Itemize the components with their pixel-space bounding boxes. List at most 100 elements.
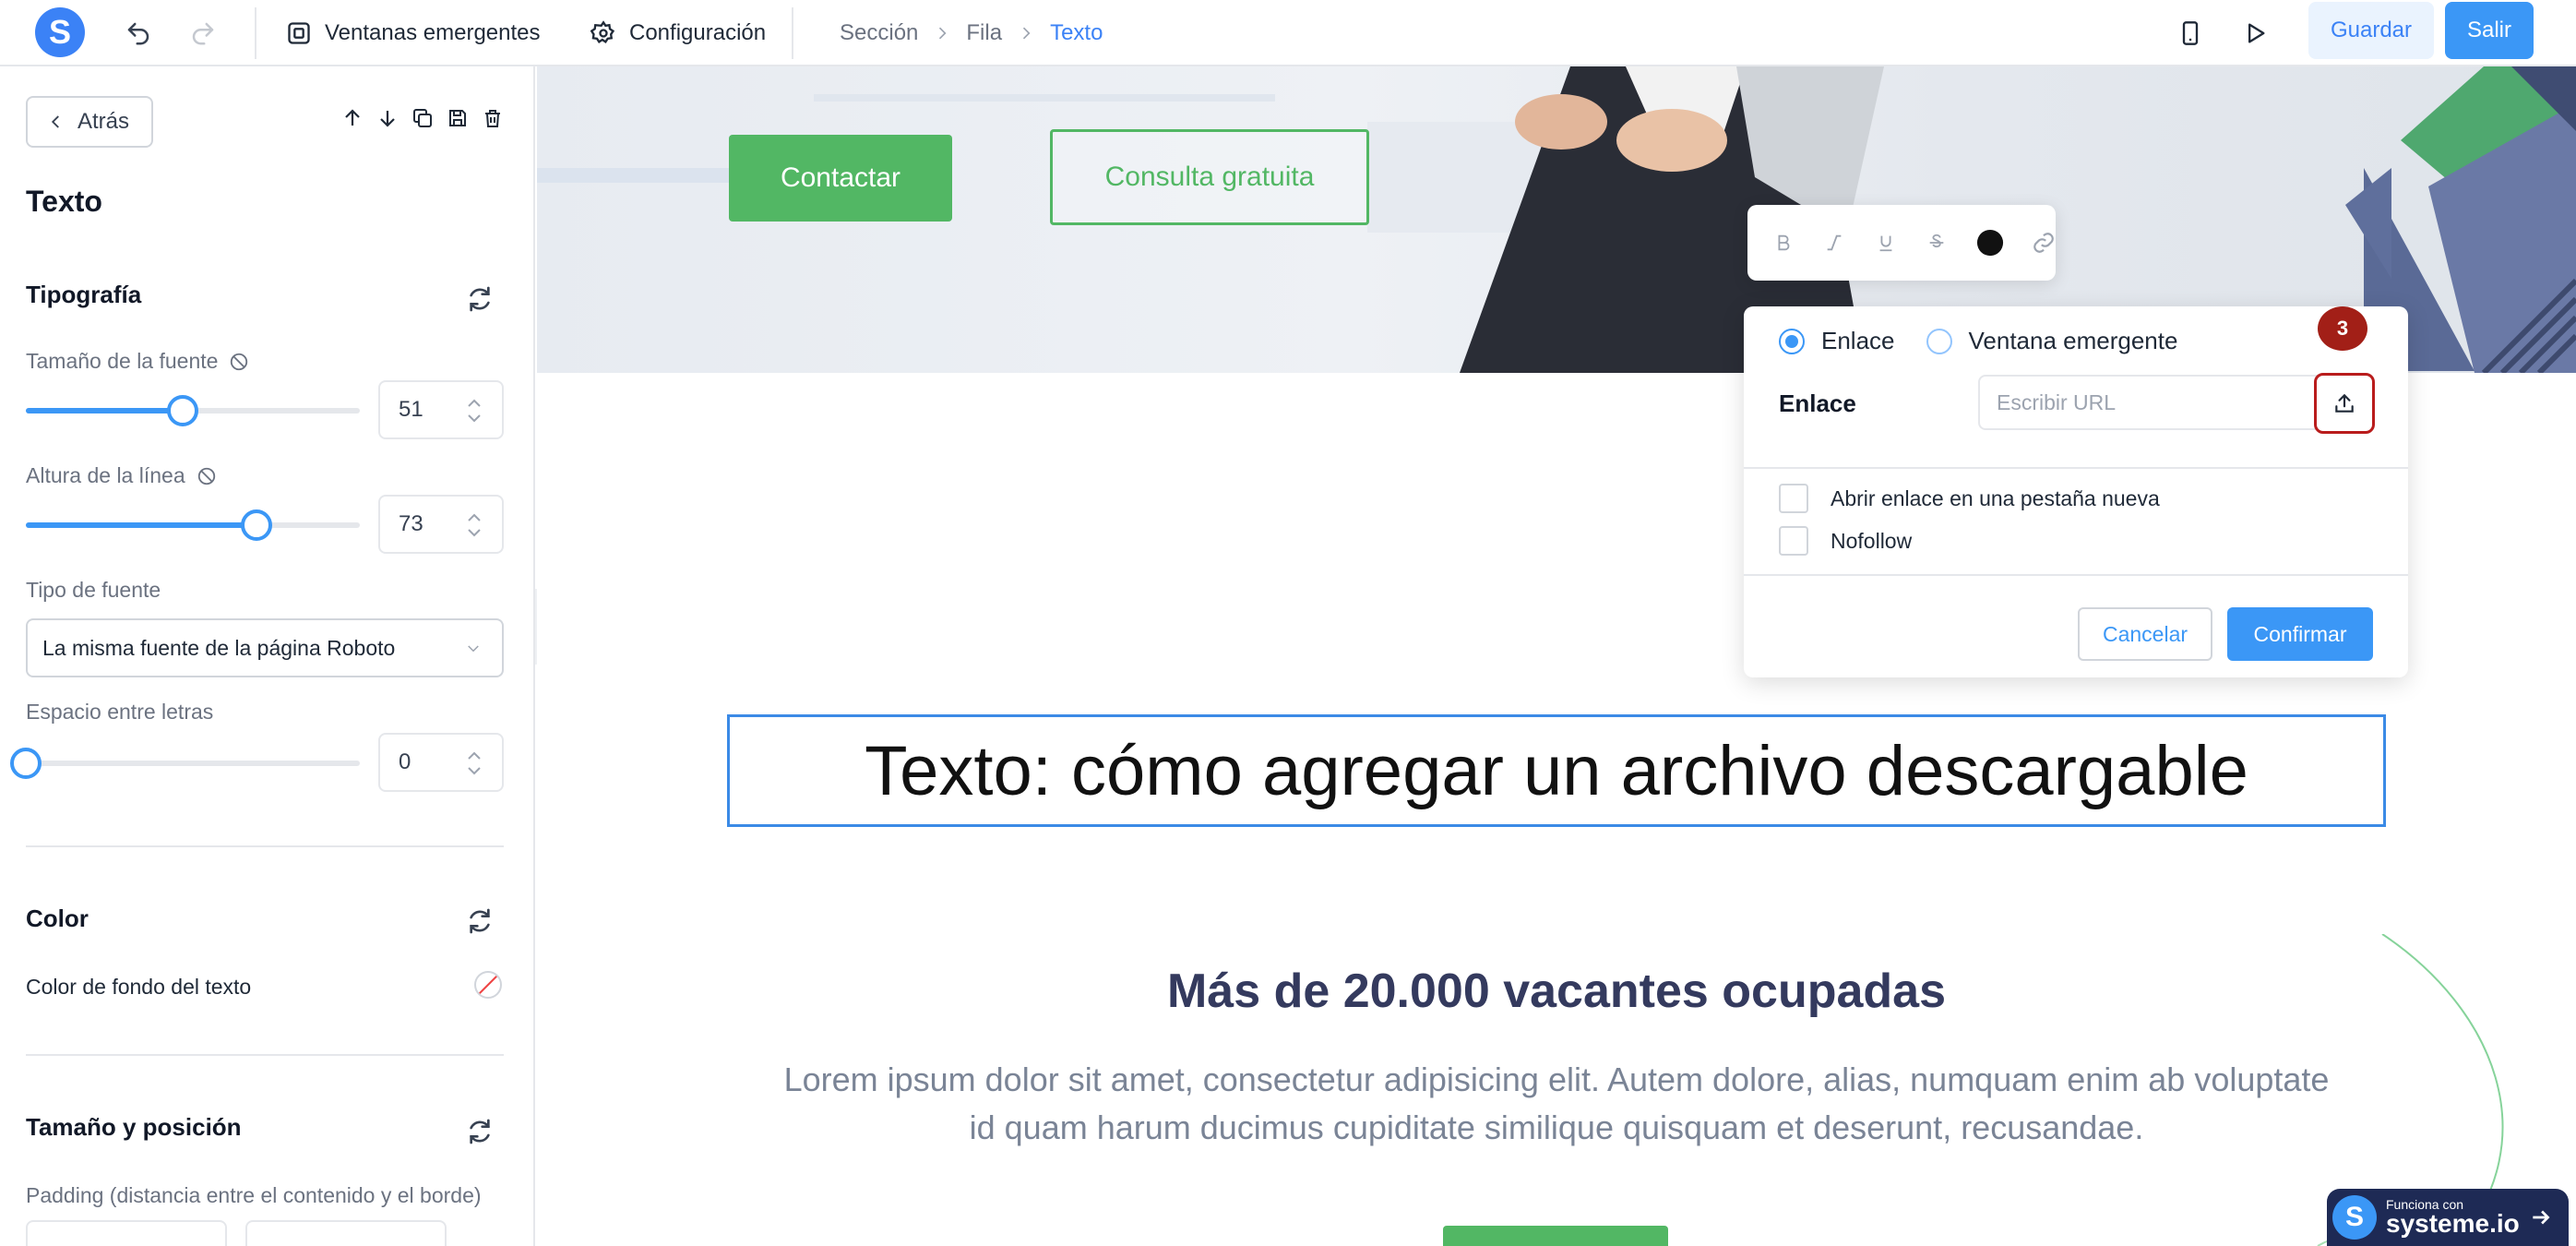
stepper-icon[interactable] — [465, 748, 483, 779]
slider-handle[interactable] — [240, 509, 272, 541]
line-height-slider[interactable] — [26, 509, 360, 541]
section-button[interactable] — [1443, 1226, 1668, 1246]
back-button[interactable]: Atrás — [26, 96, 153, 148]
font-size-label-text: Tamaño de la fuente — [26, 349, 219, 373]
new-tab-checkbox[interactable] — [1779, 484, 1808, 513]
no-color-swatch[interactable] — [474, 971, 502, 999]
letter-spacing-value: 0 — [399, 749, 411, 774]
font-type-select[interactable]: La misma fuente de la página Roboto — [26, 618, 504, 677]
color-section-title: Color — [26, 905, 89, 932]
slider-fill — [26, 522, 256, 528]
contact-button[interactable]: Contactar — [729, 135, 952, 222]
line-height-input[interactable]: 73 — [378, 495, 504, 554]
font-size-slider[interactable] — [26, 395, 360, 426]
upload-file-button[interactable] — [2314, 373, 2375, 434]
selected-text-element[interactable]: Texto: cómo agregar un archivo descargab… — [727, 714, 2386, 827]
powered-by-badge[interactable]: S Funciona con systeme.io — [2327, 1189, 2569, 1246]
reset-icon[interactable] — [465, 284, 496, 316]
element-actions — [340, 105, 506, 131]
mobile-preview-icon[interactable] — [2172, 15, 2209, 52]
upload-icon — [2332, 391, 2356, 415]
reset-icon[interactable] — [465, 906, 496, 938]
panel-title: Texto — [26, 185, 102, 218]
nofollow-checkbox[interactable] — [1779, 526, 1808, 556]
breadcrumb: Sección Fila Texto — [840, 13, 1103, 54]
cancel-button[interactable]: Cancelar — [2078, 607, 2212, 661]
arrow-down-icon[interactable] — [375, 105, 400, 131]
breadcrumb-item-text[interactable]: Texto — [1050, 20, 1103, 46]
popup-divider — [1744, 467, 2408, 469]
typography-section-title: Tipografía — [26, 281, 142, 308]
arrow-right-icon — [2529, 1205, 2553, 1229]
slider-fill — [26, 408, 184, 413]
systeme-logo: S — [2332, 1195, 2377, 1240]
popups-menu-label: Ventanas emergentes — [325, 20, 541, 45]
new-tab-option[interactable]: Abrir enlace en una pestaña nueva — [1779, 484, 2160, 513]
step-badge: 3 — [2318, 306, 2367, 351]
font-size-input[interactable]: 51 — [378, 380, 504, 439]
settings-panel: Atrás Texto Tipografía Tamaño de la fuen… — [0, 66, 535, 1246]
font-size-value: 51 — [399, 397, 423, 422]
slider-handle[interactable] — [167, 395, 199, 426]
font-type-value: La misma fuente de la página Roboto — [42, 635, 396, 660]
save-block-icon[interactable] — [445, 105, 471, 131]
size-position-section-title: Tamaño y posición — [26, 1113, 242, 1141]
font-size-label: Tamaño de la fuente — [26, 349, 249, 374]
link-radio[interactable] — [1779, 328, 1805, 354]
padding-label: Padding (distancia entre el contenido y … — [26, 1183, 482, 1207]
popup-window-icon — [286, 20, 312, 46]
breadcrumb-item-section[interactable]: Sección — [840, 20, 918, 46]
italic-icon[interactable] — [1823, 229, 1847, 257]
exit-button[interactable]: Salir — [2445, 2, 2534, 59]
link-type-options: Enlace Ventana emergente — [1779, 327, 2177, 355]
letter-spacing-slider[interactable] — [10, 748, 360, 779]
popup-option-label[interactable]: Ventana emergente — [1969, 327, 2178, 355]
line-height-label-text: Altura de la línea — [26, 463, 185, 487]
line-height-label: Altura de la línea — [26, 463, 217, 488]
confirm-button[interactable]: Confirmar — [2227, 607, 2373, 661]
breadcrumb-item-row[interactable]: Fila — [966, 20, 1002, 46]
powered-by-brand: systeme.io — [2386, 1209, 2520, 1238]
app-logo[interactable]: S — [35, 7, 85, 57]
bold-icon[interactable] — [1771, 229, 1795, 257]
play-preview-icon[interactable] — [2236, 15, 2273, 52]
link-option-label[interactable]: Enlace — [1821, 327, 1895, 355]
disabled-icon[interactable] — [229, 352, 249, 372]
duplicate-icon[interactable] — [410, 105, 435, 131]
redo-icon[interactable] — [185, 15, 221, 52]
chevron-left-icon — [48, 112, 65, 132]
nofollow-option[interactable]: Nofollow — [1779, 526, 1912, 556]
section-heading[interactable]: Más de 20.000 vacantes ocupadas — [537, 964, 2576, 1019]
slider-handle[interactable] — [10, 748, 42, 779]
padding-input[interactable] — [245, 1220, 447, 1246]
url-input[interactable]: Escribir URL — [1978, 375, 2325, 430]
stepper-icon[interactable] — [465, 509, 483, 541]
chevron-right-icon — [1017, 24, 1035, 42]
chevron-right-icon — [933, 24, 951, 42]
stepper-icon[interactable] — [465, 395, 483, 426]
section-paragraph[interactable]: Lorem ipsum dolor sit amet, consectetur … — [768, 1056, 2345, 1152]
strikethrough-icon[interactable] — [1926, 229, 1950, 257]
arrow-up-icon[interactable] — [340, 105, 365, 131]
trash-icon[interactable] — [480, 105, 506, 131]
section-divider — [26, 845, 504, 847]
section-divider — [26, 1054, 504, 1056]
link-icon[interactable] — [2032, 229, 2056, 257]
letter-spacing-label: Espacio entre letras — [26, 700, 214, 724]
line-height-value: 73 — [399, 511, 423, 536]
undo-icon[interactable] — [120, 15, 157, 52]
save-button[interactable]: Guardar — [2308, 2, 2434, 59]
text-color-swatch[interactable] — [1976, 229, 2004, 257]
letter-spacing-input[interactable]: 0 — [378, 733, 504, 792]
popups-menu-button[interactable]: Ventanas emergentes — [286, 13, 541, 54]
free-consultation-button[interactable]: Consulta gratuita — [1050, 129, 1369, 225]
disabled-icon[interactable] — [197, 466, 217, 486]
settings-menu-button[interactable]: Configuración — [590, 13, 766, 54]
link-settings-popup: Enlace Ventana emergente Enlace Escribir… — [1744, 306, 2408, 677]
reset-icon[interactable] — [465, 1117, 496, 1148]
text-format-toolbar — [1747, 205, 2056, 281]
underline-icon[interactable] — [1874, 229, 1898, 257]
padding-input[interactable] — [26, 1220, 227, 1246]
chevron-down-icon — [465, 642, 482, 655]
popup-radio[interactable] — [1926, 328, 1952, 354]
